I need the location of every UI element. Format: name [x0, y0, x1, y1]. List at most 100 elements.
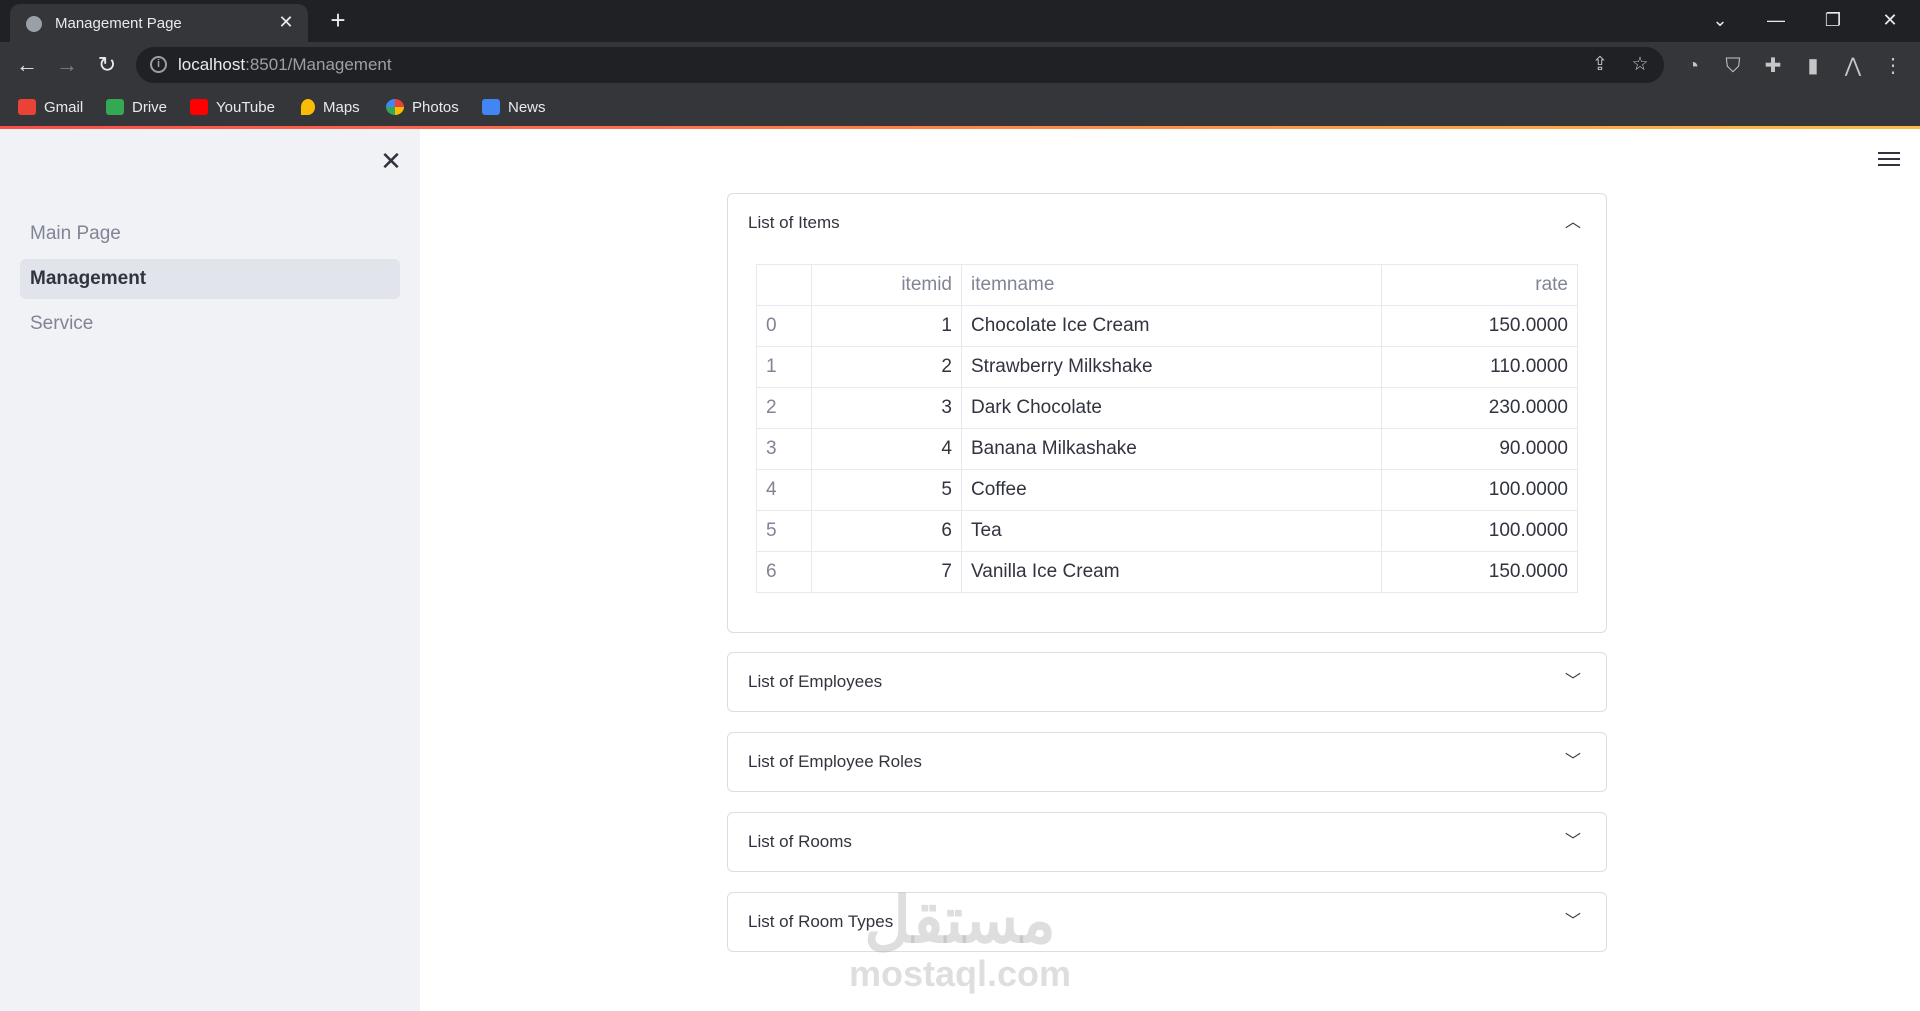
items-dataframe: itemid itemname rate 0 1 Chocolate Ice C…	[756, 264, 1578, 593]
cell-itemid: 5	[811, 469, 962, 511]
cell-itemname: Banana Milkashake	[961, 428, 1382, 470]
row-index: 5	[756, 510, 812, 552]
row-index: 2	[756, 387, 812, 429]
rooms-expander[interactable]: List of Rooms ﹀	[727, 812, 1607, 872]
expander-title: List of Employees	[748, 672, 883, 691]
row-index: 1	[756, 346, 812, 388]
shield-icon[interactable]: ⛉	[1720, 53, 1746, 79]
sidebar-item-service[interactable]: Service	[20, 304, 400, 344]
sidebar-item-main-page[interactable]: Main Page	[20, 214, 400, 254]
watermark-latin: mostaql.com	[848, 953, 1072, 994]
employees-expander-header[interactable]: List of Employees ﹀	[728, 653, 1606, 711]
reload-icon[interactable]: ↻	[92, 50, 122, 80]
bookmark-gmail[interactable]: Gmail	[18, 97, 83, 117]
cell-itemname: Strawberry Milkshake	[961, 346, 1382, 388]
cell-rate: 100.0000	[1381, 469, 1578, 511]
table-row[interactable]: 3 4 Banana Milkashake 90.0000	[756, 428, 1578, 470]
cell-itemid: 3	[811, 387, 962, 429]
table-row[interactable]: 6 7 Vanilla Ice Cream 150.0000	[756, 551, 1578, 593]
more-menu-icon[interactable]: ⋮	[1880, 53, 1906, 79]
cell-itemid: 4	[811, 428, 962, 470]
bookmark-star-icon[interactable]: ☆	[1628, 53, 1652, 77]
maps-pin-icon	[301, 99, 315, 115]
cell-itemid: 2	[811, 346, 962, 388]
cell-rate: 100.0000	[1381, 510, 1578, 552]
cell-itemname: Vanilla Ice Cream	[961, 551, 1382, 593]
window-close-button[interactable]: ✕	[1870, 6, 1910, 34]
row-index: 0	[756, 305, 812, 347]
cell-itemid: 1	[811, 305, 962, 347]
chevron-down-icon: ﹀	[1564, 673, 1581, 690]
url-text: localhost:8501/Management	[178, 55, 392, 74]
cell-rate: 90.0000	[1381, 428, 1578, 470]
rooms-expander-header[interactable]: List of Rooms ﹀	[728, 813, 1606, 871]
close-sidebar-icon[interactable]: ✕	[377, 147, 405, 175]
browser-tab[interactable]: Management Page ✕	[10, 4, 308, 42]
bookmark-photos[interactable]: Photos	[386, 97, 459, 117]
bookmark-drive[interactable]: Drive	[106, 97, 167, 117]
drive-icon	[106, 99, 124, 115]
puzzle-extensions-icon[interactable]: ✚	[1760, 53, 1786, 79]
news-icon	[482, 99, 500, 115]
site-info-icon[interactable]: i	[150, 56, 167, 73]
cell-itemname: Coffee	[961, 469, 1382, 511]
employee-roles-expander-header[interactable]: List of Employee Roles ﹀	[728, 733, 1606, 791]
chevron-down-icon: ﹀	[1564, 913, 1581, 930]
address-bar[interactable]: i localhost:8501/Management ⇪ ☆	[136, 47, 1664, 83]
table-row[interactable]: 1 2 Strawberry Milkshake 110.0000	[756, 346, 1578, 388]
expander-title: List of Items	[748, 213, 840, 232]
side-panel-icon[interactable]: ▮	[1800, 53, 1826, 79]
employee-roles-expander[interactable]: List of Employee Roles ﹀	[727, 732, 1607, 792]
extension-icon[interactable]: ◔	[1680, 53, 1706, 79]
sidebar: ✕ Main Page Management Service	[0, 129, 420, 1011]
new-tab-button[interactable]: +	[324, 6, 352, 34]
tab-search-icon[interactable]: ⌄	[1700, 6, 1740, 34]
cell-itemname: Tea	[961, 510, 1382, 552]
items-expander: List of Items ︿ itemid itemname rate 0 1…	[727, 193, 1607, 633]
tab-close-icon[interactable]: ✕	[276, 12, 296, 32]
expander-title: List of Employee Roles	[748, 752, 922, 771]
profile-icon[interactable]: ⋀	[1840, 53, 1866, 79]
sidebar-item-management[interactable]: Management	[20, 259, 400, 299]
column-header-rate[interactable]: rate	[1381, 264, 1578, 306]
column-header-itemname[interactable]: itemname	[961, 264, 1382, 306]
table-row[interactable]: 0 1 Chocolate Ice Cream 150.0000	[756, 305, 1578, 347]
bookmark-news[interactable]: News	[482, 97, 546, 117]
youtube-icon	[190, 99, 208, 115]
hamburger-menu-icon[interactable]	[1876, 148, 1902, 174]
row-index: 6	[756, 551, 812, 593]
restore-button[interactable]: ❐	[1813, 6, 1853, 34]
photos-icon	[386, 99, 404, 115]
back-arrow-icon[interactable]: ←	[12, 50, 42, 80]
gmail-icon	[18, 99, 36, 115]
cell-itemid: 6	[811, 510, 962, 552]
bookmark-youtube[interactable]: YouTube	[190, 97, 275, 117]
tab-title: Management Page	[55, 15, 182, 32]
globe-icon	[26, 16, 42, 32]
items-expander-header[interactable]: List of Items ︿	[728, 194, 1606, 252]
cell-rate: 150.0000	[1381, 551, 1578, 593]
watermark: مستقل mostaql.com	[840, 885, 1080, 993]
row-index: 4	[756, 469, 812, 511]
forward-arrow-icon[interactable]: →	[52, 50, 82, 80]
cell-itemid: 7	[811, 551, 962, 593]
watermark-arabic: مستقل	[864, 884, 1056, 956]
cell-itemname: Chocolate Ice Cream	[961, 305, 1382, 347]
chevron-down-icon: ﹀	[1564, 753, 1581, 770]
employees-expander[interactable]: List of Employees ﹀	[727, 652, 1607, 712]
chevron-down-icon: ﹀	[1564, 833, 1581, 850]
chevron-up-icon: ︿	[1564, 214, 1581, 231]
bookmarks-bar: Gmail Drive YouTube Maps Photos News	[0, 88, 1920, 126]
cell-rate: 150.0000	[1381, 305, 1578, 347]
share-icon[interactable]: ⇪	[1588, 53, 1612, 77]
row-index: 3	[756, 428, 812, 470]
table-row[interactable]: 4 5 Coffee 100.0000	[756, 469, 1578, 511]
table-row[interactable]: 5 6 Tea 100.0000	[756, 510, 1578, 552]
table-row[interactable]: 2 3 Dark Chocolate 230.0000	[756, 387, 1578, 429]
minimize-button[interactable]: —	[1756, 6, 1796, 34]
column-header-index[interactable]	[756, 264, 812, 306]
column-header-itemid[interactable]: itemid	[811, 264, 962, 306]
bookmark-maps[interactable]: Maps	[301, 97, 360, 117]
table-header-row: itemid itemname rate	[756, 264, 1578, 306]
browser-toolbar: ← → ↻ i localhost:8501/Management ⇪ ☆ ◔ …	[0, 42, 1920, 88]
